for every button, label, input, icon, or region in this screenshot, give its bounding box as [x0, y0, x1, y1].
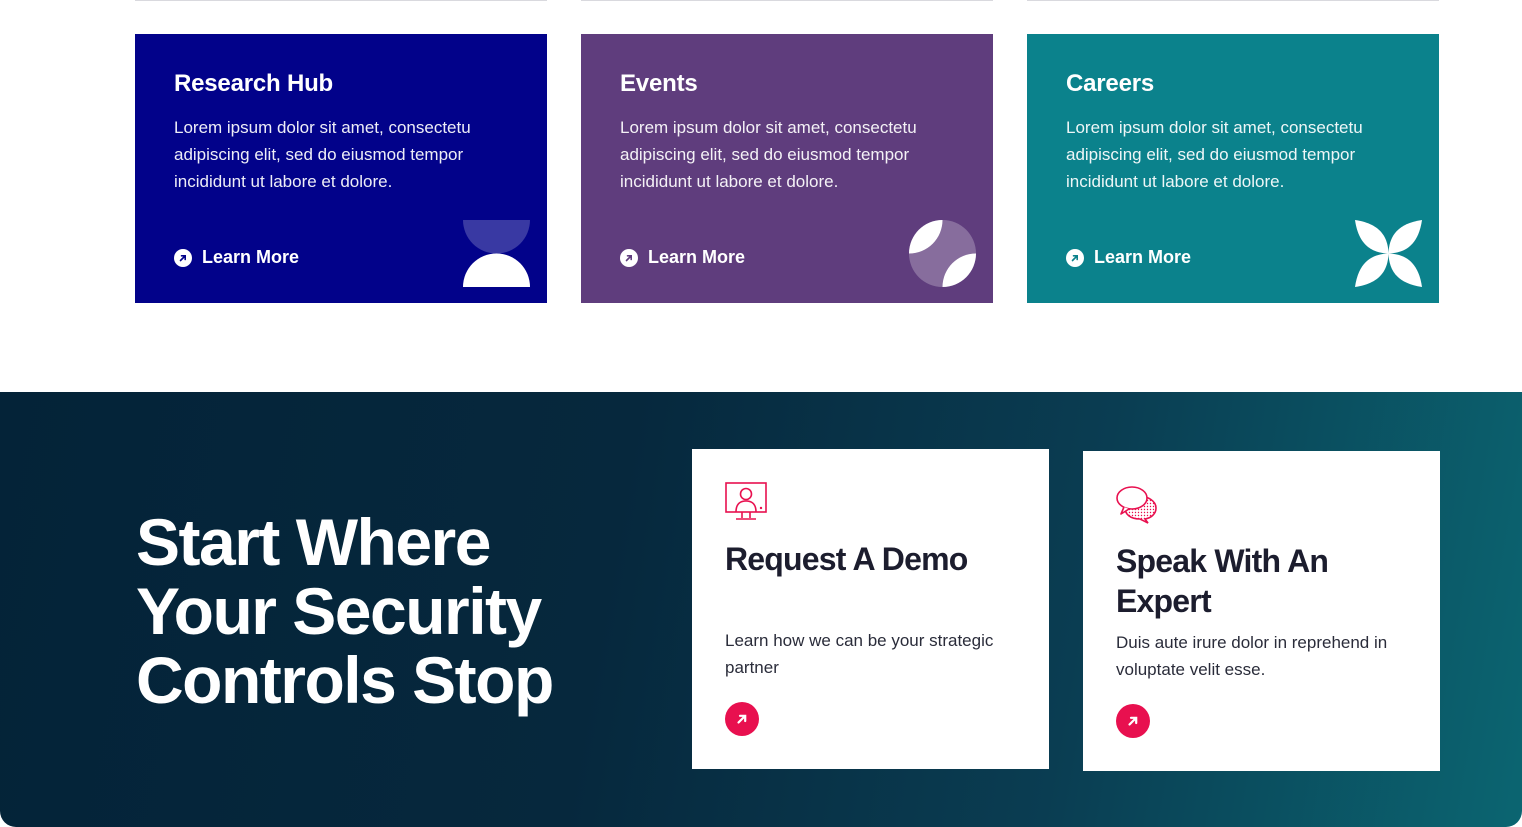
divider	[581, 0, 993, 1]
petal-x-shape-icon	[1355, 220, 1422, 287]
request-demo-card[interactable]: Request A Demo Learn how we can be your …	[692, 449, 1049, 769]
hourglass-shape-icon	[463, 220, 530, 287]
card-title: Careers	[1066, 70, 1155, 97]
card-title: Events	[620, 70, 698, 97]
arrow-up-right-icon	[174, 248, 192, 267]
sparkle-shape-icon	[909, 220, 976, 287]
monitor-user-icon	[725, 482, 767, 520]
cta-headline: Start Where Your Security Controls Stop	[136, 505, 554, 717]
careers-card: Careers Lorem ipsum dolor sit amet, cons…	[1027, 34, 1439, 303]
learn-more-link[interactable]: Learn More	[620, 247, 745, 268]
speak-expert-card[interactable]: Speak With An Expert Duis aute irure dol…	[1083, 451, 1440, 771]
learn-more-label: Learn More	[648, 247, 746, 267]
chat-bubbles-icon	[1116, 486, 1157, 524]
card-description: Duis aute irure dolor in reprehend in vo…	[1116, 633, 1388, 679]
learn-more-label: Learn More	[202, 247, 300, 267]
card-description: Learn how we can be your strategic partn…	[725, 631, 994, 677]
learn-more-label: Learn More	[1094, 247, 1192, 267]
arrow-up-right-button[interactable]	[725, 702, 759, 736]
learn-more-link[interactable]: Learn More	[1066, 247, 1191, 268]
card-title: Request A Demo	[725, 541, 968, 577]
arrow-up-right-icon	[737, 714, 747, 724]
events-card: Events Lorem ipsum dolor sit amet, conse…	[581, 34, 993, 303]
research-hub-card: Research Hub Lorem ipsum dolor sit amet,…	[135, 34, 547, 303]
card-description: Lorem ipsum dolor sit amet, consectetu a…	[174, 118, 471, 191]
arrow-up-right-button[interactable]	[1116, 704, 1150, 738]
divider	[135, 0, 547, 1]
learn-more-link[interactable]: Learn More	[174, 247, 299, 268]
divider	[1027, 0, 1439, 1]
card-description: Lorem ipsum dolor sit amet, consectetu a…	[620, 118, 917, 191]
arrow-up-right-icon	[1128, 716, 1138, 726]
arrow-up-right-icon	[620, 248, 638, 267]
card-title: Speak With An Expert	[1116, 543, 1329, 619]
arrow-up-right-icon	[1066, 248, 1084, 267]
card-title: Research Hub	[174, 70, 333, 97]
card-description: Lorem ipsum dolor sit amet, consectetu a…	[1066, 118, 1363, 191]
